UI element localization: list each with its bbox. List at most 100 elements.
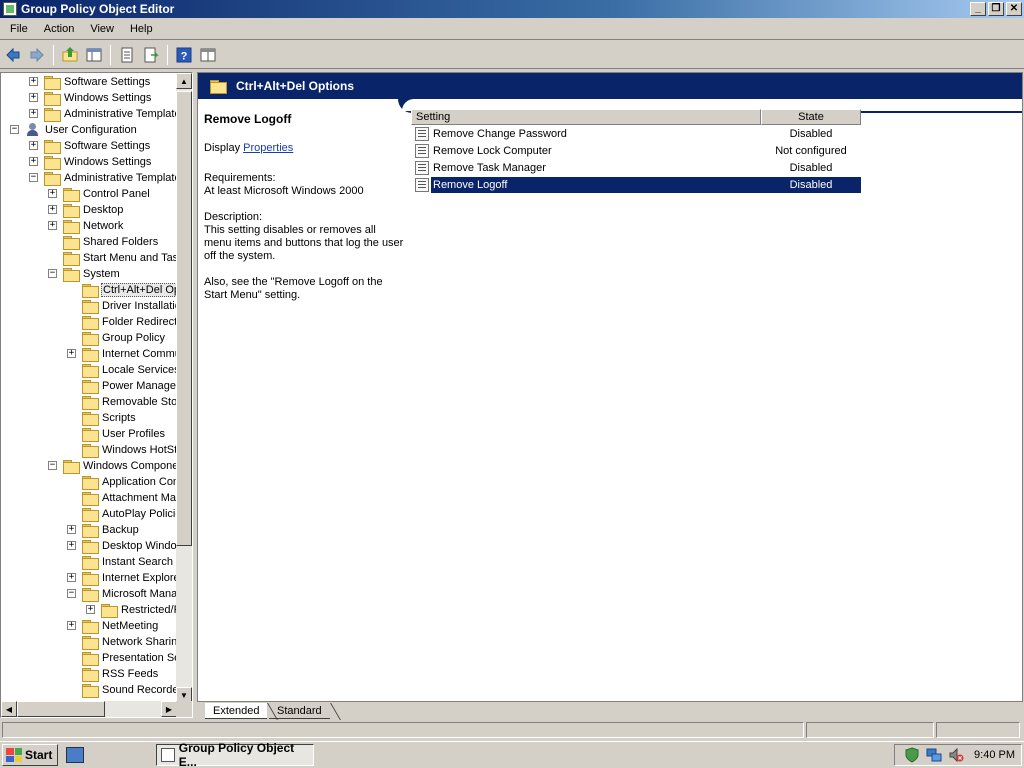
scroll-left-button[interactable]: ◀	[1, 701, 17, 717]
tree-item[interactable]: Shared Folders	[63, 234, 159, 250]
tree-item[interactable]: Microsoft Management Console	[82, 586, 177, 602]
restore-button[interactable]: ❐	[988, 2, 1004, 16]
tree-expander[interactable]: +	[48, 189, 57, 198]
tree-item[interactable]: Desktop	[63, 202, 124, 218]
export-list-button[interactable]	[140, 44, 162, 66]
tree-item[interactable]: Start Menu and Taskbar	[63, 250, 177, 266]
column-header-state[interactable]: State	[761, 109, 861, 125]
tree-item[interactable]: Network Sharing	[82, 634, 177, 650]
tree-expander[interactable]: +	[29, 77, 38, 86]
tree-item[interactable]: Driver Installation	[82, 298, 177, 314]
tree-item[interactable]: AutoPlay Policies	[82, 506, 177, 522]
tree-item[interactable]: Windows Settings	[44, 154, 152, 170]
tree-item[interactable]: Windows Components	[63, 458, 177, 474]
tree-item[interactable]: Internet Communication Management	[82, 346, 177, 362]
tree-item[interactable]: Windows HotStart	[82, 442, 177, 458]
column-header-setting[interactable]: Setting	[411, 109, 761, 125]
tree-item[interactable]: NetMeeting	[82, 618, 159, 634]
up-level-button[interactable]	[59, 44, 81, 66]
tree-item[interactable]: Presentation Settings	[82, 650, 177, 666]
tree-item[interactable]: Software Settings	[44, 138, 151, 154]
scroll-thumb[interactable]	[176, 91, 192, 546]
menu-help[interactable]: Help	[122, 21, 161, 37]
tree-expander[interactable]: +	[67, 525, 76, 534]
properties-button[interactable]	[116, 44, 138, 66]
tree-item[interactable]: Group Policy	[82, 330, 166, 346]
menu-file[interactable]: File	[2, 21, 36, 37]
network-icon[interactable]	[926, 747, 942, 763]
tree-expander[interactable]: −	[48, 269, 57, 278]
setting-row[interactable]: Remove Logoff Disabled	[411, 176, 861, 193]
volume-muted-icon[interactable]	[948, 747, 964, 763]
tree-item[interactable]: Folder Redirection	[82, 314, 177, 330]
tree-expander[interactable]: +	[29, 93, 38, 102]
taskbar-gpo-button[interactable]: Group Policy Object E...	[156, 741, 314, 768]
show-hide-tree-button[interactable]	[83, 44, 105, 66]
tree-item[interactable]: Software Settings	[44, 74, 151, 90]
tree-item[interactable]: Power Management	[82, 378, 177, 394]
tree-item-label: Administrative Templates	[64, 172, 177, 184]
hscroll-thumb[interactable]	[17, 701, 105, 717]
back-button[interactable]	[2, 44, 24, 66]
tree-item[interactable]: Ctrl+Alt+Del Options	[82, 282, 177, 298]
tree-item[interactable]: User Profiles	[82, 426, 166, 442]
security-shield-icon[interactable]	[904, 747, 920, 763]
tree-item[interactable]: Windows Settings	[44, 90, 152, 106]
start-button[interactable]: Start	[2, 744, 59, 766]
close-button[interactable]: ✕	[1006, 2, 1022, 16]
tree-item[interactable]: Scripts	[82, 410, 137, 426]
tree-item[interactable]: User Configuration	[25, 122, 138, 138]
tree-item[interactable]: Desktop Window Manager	[82, 538, 177, 554]
tree-expander[interactable]: −	[67, 589, 76, 598]
tree-expander[interactable]: −	[10, 125, 19, 134]
tree-expander[interactable]: +	[29, 141, 38, 150]
menu-action[interactable]: Action	[36, 21, 83, 37]
tree-item[interactable]: Application Compatibility	[82, 474, 177, 490]
setting-row[interactable]: Remove Lock Computer Not configured	[411, 142, 861, 159]
requirements-text: At least Microsoft Windows 2000	[204, 185, 364, 197]
tree-item[interactable]: Attachment Manager	[82, 490, 177, 506]
minimize-button[interactable]: _	[970, 2, 986, 16]
tab-extended[interactable]: Extended	[205, 703, 268, 719]
tree-item[interactable]: RSS Feeds	[82, 666, 159, 682]
tab-standard[interactable]: Standard	[269, 703, 330, 719]
setting-title: Remove Logoff	[204, 112, 292, 126]
tree-item[interactable]: Control Panel	[63, 186, 151, 202]
menu-view[interactable]: View	[82, 21, 122, 37]
properties-link[interactable]: Properties	[243, 142, 293, 154]
tree-item-label: User Profiles	[102, 428, 165, 440]
show-description-button[interactable]	[197, 44, 219, 66]
tree-expander[interactable]: +	[29, 109, 38, 118]
tree-horizontal-scrollbar[interactable]: ◀ ▶	[1, 701, 177, 717]
tree-item[interactable]: Instant Search	[82, 554, 174, 570]
tree-item[interactable]: Removable Storage Access	[82, 394, 177, 410]
tree-expander[interactable]: +	[67, 621, 76, 630]
tree-expander[interactable]: +	[48, 205, 57, 214]
tree-item[interactable]: Network	[63, 218, 124, 234]
tree-item[interactable]: Locale Services	[82, 362, 177, 378]
tree-expander[interactable]: +	[86, 605, 95, 614]
tree-expander[interactable]: +	[29, 157, 38, 166]
tree-item[interactable]: System	[63, 266, 121, 282]
forward-button[interactable]	[26, 44, 48, 66]
help-button[interactable]: ?	[173, 44, 195, 66]
tree-expander[interactable]: +	[67, 349, 76, 358]
tree-item[interactable]: Sound Recorder	[82, 682, 177, 698]
setting-row[interactable]: Remove Task Manager Disabled	[411, 159, 861, 176]
show-desktop-icon[interactable]	[66, 747, 85, 763]
clock[interactable]: 9:40 PM	[974, 749, 1015, 761]
tree-expander[interactable]: +	[67, 573, 76, 582]
tree-expander[interactable]: −	[29, 173, 38, 182]
tree-expander[interactable]: −	[48, 461, 57, 470]
tree-item[interactable]: Administrative Templates	[44, 170, 177, 186]
tree-vertical-scrollbar[interactable]: ▲ ▼	[176, 73, 192, 703]
tree-item[interactable]: Administrative Templates	[44, 106, 177, 122]
tree-expander[interactable]: +	[48, 221, 57, 230]
tree-expander[interactable]: +	[67, 541, 76, 550]
tree-item[interactable]: Restricted/Permitted snap-ins	[101, 602, 177, 618]
setting-row[interactable]: Remove Change Password Disabled	[411, 125, 861, 142]
tree-item[interactable]: Backup	[82, 522, 140, 538]
scroll-up-button[interactable]: ▲	[176, 73, 192, 89]
scroll-right-button[interactable]: ▶	[161, 701, 177, 717]
tree-item[interactable]: Internet Explorer	[82, 570, 177, 586]
